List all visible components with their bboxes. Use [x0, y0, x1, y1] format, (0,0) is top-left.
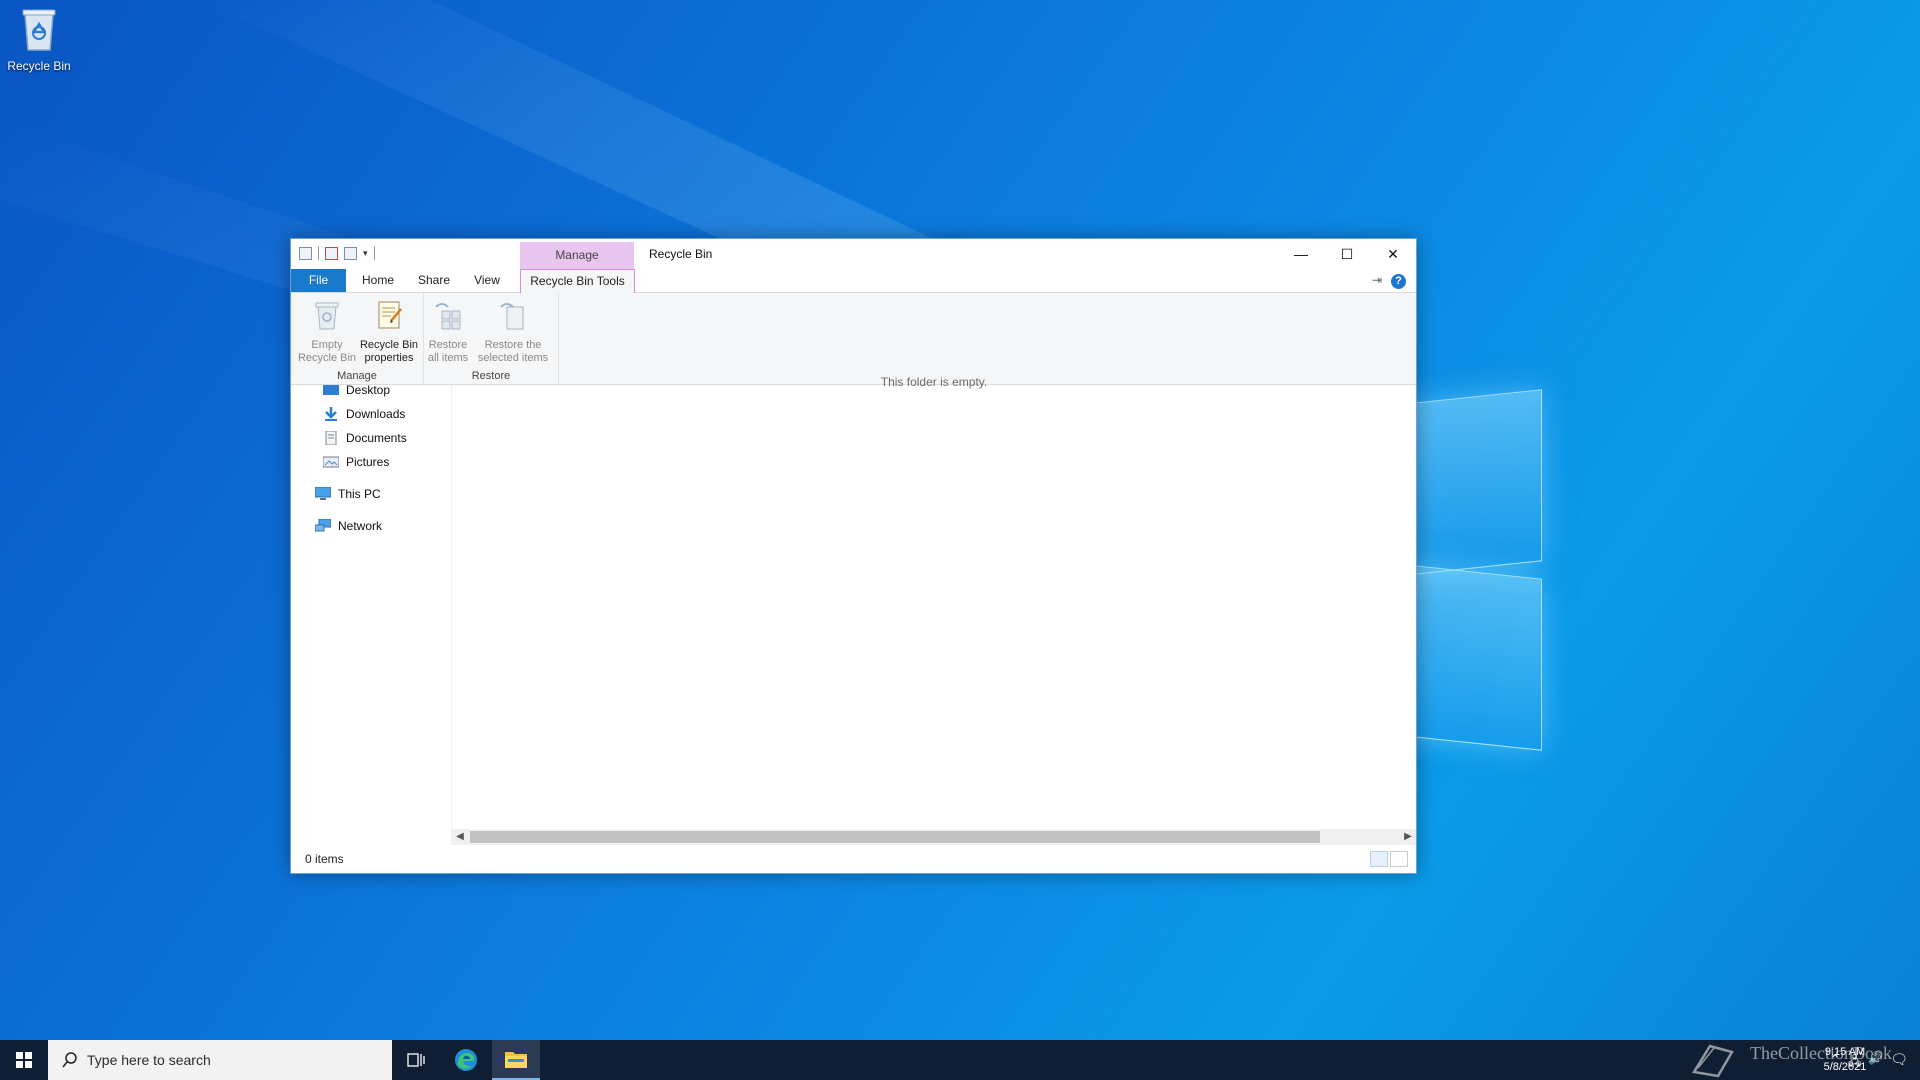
- desktop-icon: [323, 385, 339, 395]
- book-watermark-icon: [1691, 1044, 1734, 1078]
- restore-selected-items-button[interactable]: Restore the selected items: [472, 299, 554, 365]
- status-bar: 0 items: [291, 845, 1416, 873]
- documents-icon: [325, 431, 337, 445]
- file-explorer-icon: [505, 1052, 527, 1068]
- ribbon-group-restore: Restore all items Restore the selected i…: [424, 293, 559, 384]
- start-button[interactable]: [0, 1040, 48, 1080]
- restore-all-icon: [435, 303, 461, 330]
- large-icons-view-icon[interactable]: [1390, 851, 1408, 867]
- horizontal-scrollbar[interactable]: ◀ ▶: [452, 829, 1416, 845]
- window-menu-icon[interactable]: [299, 246, 312, 260]
- scroll-right-icon[interactable]: ▶: [1400, 829, 1416, 845]
- properties-icon: [378, 301, 402, 329]
- title-bar[interactable]: ▾ Manage Recycle Bin — ☐ ✕: [291, 239, 1416, 269]
- file-explorer-taskbar-button[interactable]: [492, 1040, 540, 1080]
- minimize-ribbon-icon[interactable]: ⇥: [1372, 273, 1382, 287]
- file-list-area[interactable]: This folder is empty. ◀ ▶: [452, 375, 1416, 845]
- restore-selected-icon: [500, 303, 524, 330]
- action-center-icon[interactable]: 🗨: [1890, 1051, 1908, 1068]
- tab-recycle-bin-tools[interactable]: Recycle Bin Tools: [520, 269, 635, 293]
- windows-start-icon: [16, 1052, 32, 1068]
- item-count: 0 items: [305, 852, 344, 866]
- nav-item-documents[interactable]: Documents 📌: [323, 428, 407, 448]
- scroll-left-icon[interactable]: ◀: [452, 829, 468, 845]
- search-placeholder: Type here to search: [87, 1052, 211, 1068]
- window-title: Recycle Bin: [649, 247, 713, 261]
- edge-icon: [455, 1049, 477, 1071]
- system-tray: TheCollectionBook ⌃ 🖧 🔊 9:15 AM 5/8/2021…: [1680, 1040, 1920, 1080]
- tab-view[interactable]: View: [465, 269, 509, 292]
- ribbon: Empty Recycle Bin Recycle Bin properties…: [291, 293, 1416, 385]
- taskbar-search-box[interactable]: Type here to search: [48, 1040, 392, 1080]
- taskbar-clock[interactable]: 9:15 AM 5/8/2021: [1810, 1045, 1880, 1075]
- ribbon-group-manage: Empty Recycle Bin Recycle Bin properties…: [291, 293, 424, 384]
- downloads-icon: [325, 407, 337, 421]
- minimize-button[interactable]: —: [1278, 239, 1324, 269]
- desktop-icon-label: Recycle Bin: [7, 59, 71, 73]
- help-icon[interactable]: ?: [1391, 274, 1406, 289]
- network-icon: [315, 519, 331, 532]
- edge-taskbar-button[interactable]: [442, 1040, 490, 1080]
- recycle-bin-icon: [22, 9, 56, 51]
- empty-recycle-bin-icon: [315, 302, 339, 330]
- clock-time: 9:15 AM: [1824, 1046, 1866, 1058]
- file-explorer-window: ▾ Manage Recycle Bin — ☐ ✕ File Home Sha…: [290, 238, 1417, 874]
- new-folder-quick-icon[interactable]: [344, 246, 357, 260]
- nav-item-this-pc[interactable]: This PC: [315, 484, 381, 504]
- context-tab-manage: Manage: [520, 242, 634, 269]
- maximize-button[interactable]: ☐: [1324, 239, 1370, 269]
- tab-file[interactable]: File: [291, 269, 346, 292]
- ribbon-tabs: File Home Share View Recycle Bin Tools ⇥…: [291, 269, 1416, 293]
- restore-all-items-button[interactable]: Restore all items: [426, 299, 470, 365]
- this-pc-icon: [315, 487, 331, 500]
- customize-qat-icon[interactable]: ▾: [363, 248, 368, 259]
- tab-share[interactable]: Share: [409, 269, 459, 292]
- empty-folder-message: This folder is empty.: [880, 375, 988, 389]
- scrollbar-thumb[interactable]: [470, 831, 1320, 843]
- task-view-button[interactable]: [392, 1040, 440, 1080]
- group-label-manage: Manage: [337, 370, 377, 382]
- nav-item-pictures[interactable]: Pictures 📌: [323, 452, 389, 472]
- details-view-icon[interactable]: [1370, 851, 1388, 867]
- nav-item-network[interactable]: Network: [315, 516, 382, 536]
- recycle-bin-properties-button[interactable]: Recycle Bin properties: [357, 299, 421, 365]
- properties-quick-icon[interactable]: [325, 246, 338, 260]
- taskbar: Type here to search TheCollectionBook ⌃ …: [0, 1040, 1920, 1080]
- close-button[interactable]: ✕: [1370, 239, 1416, 269]
- clock-date: 5/8/2021: [1823, 1061, 1867, 1073]
- desktop-icon-recycle-bin[interactable]: Recycle Bin: [4, 6, 74, 73]
- empty-recycle-bin-button[interactable]: Empty Recycle Bin: [297, 299, 357, 365]
- pictures-icon: [323, 456, 339, 468]
- quick-access-toolbar: ▾: [299, 246, 375, 260]
- nav-item-desktop[interactable]: Desktop 📌: [323, 385, 390, 400]
- task-view-icon: [407, 1053, 425, 1067]
- search-icon: [62, 1052, 77, 1068]
- navigation-pane[interactable]: Desktop 📌 Downloads 📌 Documents 📌 Pictur…: [291, 385, 452, 845]
- tab-home[interactable]: Home: [353, 269, 403, 292]
- nav-item-downloads[interactable]: Downloads 📌: [323, 404, 405, 424]
